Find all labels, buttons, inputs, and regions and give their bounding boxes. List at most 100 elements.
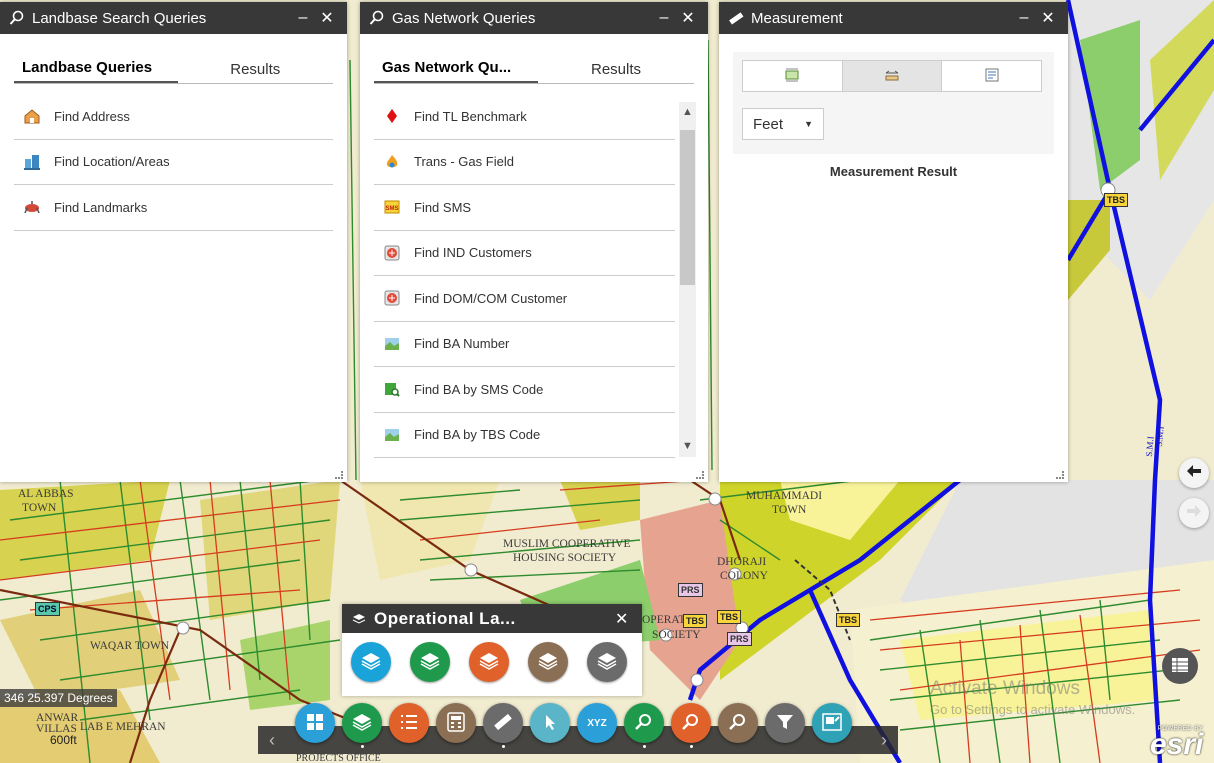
query-item-label: Find TL Benchmark — [414, 108, 527, 124]
query-item-find-ba-by-tbs-code[interactable]: Find BA by TBS Code — [374, 413, 675, 458]
toolbar-layers-button[interactable] — [342, 703, 382, 743]
panel-titlebar[interactable]: Measurement – ✕ — [719, 2, 1068, 34]
scroll-down-icon[interactable]: ▼ — [679, 438, 696, 455]
map-label: AL ABBAS — [18, 488, 74, 500]
query-item-find-ba-by-sms-code[interactable]: Find BA by SMS Code — [374, 367, 675, 413]
attribute-table-button[interactable] — [1162, 648, 1198, 684]
landmark-icon — [22, 197, 42, 217]
tab-results[interactable]: Results — [538, 61, 694, 83]
resize-handle[interactable] — [1056, 471, 1064, 479]
area-tool-button[interactable] — [743, 61, 843, 91]
toolbar-ruler-button[interactable] — [483, 703, 523, 743]
query-item-find-sms[interactable]: SMS Find SMS — [374, 185, 675, 231]
map-label: LAB E MEHRAN — [80, 721, 166, 733]
meter-icon — [382, 288, 402, 308]
green-search-icon — [382, 379, 402, 399]
back-extent-button[interactable] — [1179, 458, 1209, 488]
layer-button[interactable] — [351, 642, 391, 682]
query-item-label: Find BA by SMS Code — [414, 381, 544, 397]
toolbar-filter-button[interactable] — [765, 703, 805, 743]
toolbar-search-button[interactable] — [671, 703, 711, 743]
toolbar-grid-button[interactable] — [295, 703, 335, 743]
measurement-tool-group — [742, 60, 1042, 92]
active-indicator — [361, 745, 364, 748]
query-item-label: Find Address — [54, 108, 130, 124]
location-tool-button[interactable] — [942, 61, 1041, 91]
query-item-find-tl-benchmark[interactable]: Find TL Benchmark — [374, 94, 675, 140]
toolbar-export-button[interactable] — [812, 703, 852, 743]
arrow-right-icon — [1186, 504, 1202, 523]
search-icon — [681, 712, 701, 735]
prs-badge: PRS — [727, 632, 752, 646]
scroll-up-icon[interactable]: ▲ — [679, 104, 696, 121]
house-icon — [22, 106, 42, 126]
query-item-find-dom-com-customer[interactable]: Find DOM/COM Customer — [374, 276, 675, 322]
layer-button[interactable] — [469, 642, 509, 682]
search-icon — [368, 9, 386, 27]
tab-results[interactable]: Results — [178, 61, 334, 83]
query-item-find-location-areas[interactable]: Find Location/Areas — [14, 140, 333, 185]
close-button[interactable]: ✕ — [1036, 8, 1060, 28]
toolbar-prev-button[interactable]: ‹ — [262, 726, 282, 754]
tbs-badge: TBS — [717, 610, 741, 624]
esri-attribution[interactable]: POWERED BY esri — [1150, 726, 1203, 760]
grid-icon — [305, 712, 325, 735]
layer-button[interactable] — [587, 642, 627, 682]
map-label: S.M.I — [1153, 425, 1166, 448]
toolbar-list-button[interactable] — [389, 703, 429, 743]
query-item-trans-gas-field[interactable]: Trans - Gas Field — [374, 140, 675, 185]
unit-select[interactable]: Feet ▼ — [742, 108, 824, 140]
close-button[interactable]: ✕ — [315, 8, 339, 28]
panel-title: Landbase Search Queries — [32, 9, 207, 27]
active-indicator — [690, 745, 693, 748]
map-label: TOWN — [772, 504, 807, 516]
layer-button[interactable] — [410, 642, 450, 682]
layers-icon — [350, 610, 368, 628]
panel-titlebar[interactable]: Operational La... ✕ — [342, 604, 642, 633]
panel-title: Gas Network Queries — [392, 9, 536, 27]
query-item-label: Find BA by TBS Code — [414, 427, 541, 443]
forward-extent-button[interactable] — [1179, 498, 1209, 528]
layers-icon — [351, 712, 373, 735]
toolbar-calculator-button[interactable] — [436, 703, 476, 743]
panel-title: Operational La... — [374, 608, 516, 628]
layer-button[interactable] — [528, 642, 568, 682]
toolbar-search-button[interactable] — [718, 703, 758, 743]
toolbar-next-button[interactable]: › — [874, 726, 894, 754]
svg-text:SMS: SMS — [385, 206, 398, 212]
map-label: HOUSING SOCIETY — [513, 552, 617, 564]
measurement-panel: Measurement – ✕ Feet ▼ Measurement Resul… — [719, 2, 1068, 482]
map-label: MUSLIM COOPERATIVE — [503, 538, 631, 550]
map-label: TOWN — [22, 502, 57, 514]
scroll-thumb[interactable] — [680, 130, 695, 285]
query-item-label: Find BA Number — [414, 336, 510, 352]
coordinate-readout: 346 25.397 Degrees — [0, 689, 117, 707]
resize-handle[interactable] — [335, 471, 343, 479]
scale-bar: 600ft — [50, 733, 77, 747]
toolbar-pointer-button[interactable] — [530, 703, 570, 743]
tab-landbase-queries[interactable]: Landbase Queries — [14, 59, 178, 83]
map-label: SOCIETY — [652, 629, 701, 641]
tbs-badge: TBS — [1104, 193, 1128, 207]
tab-gas-network-queries[interactable]: Gas Network Qu... — [374, 59, 538, 83]
toolbar-xyz-button[interactable]: XYZ — [577, 703, 617, 743]
query-item-find-landmarks[interactable]: Find Landmarks — [14, 185, 333, 231]
toolbar-search-button[interactable] — [624, 703, 664, 743]
query-item-find-ind-customers[interactable]: Find IND Customers — [374, 231, 675, 276]
minimize-button[interactable]: – — [291, 9, 315, 27]
query-item-find-address[interactable]: Find Address — [14, 94, 333, 140]
minimize-button[interactable]: – — [652, 9, 676, 27]
layers-icon — [419, 651, 441, 674]
close-button[interactable]: ✕ — [676, 8, 700, 28]
panel-titlebar[interactable]: Gas Network Queries – ✕ — [360, 2, 708, 34]
resize-handle[interactable] — [696, 471, 704, 479]
distance-tool-button[interactable] — [842, 61, 943, 91]
minimize-button[interactable]: – — [1012, 9, 1036, 27]
query-list: Find Address Find Location/Areas Find La… — [14, 94, 333, 231]
query-item-label: Find SMS — [414, 199, 472, 215]
panel-titlebar[interactable]: Landbase Search Queries – ✕ — [0, 2, 347, 34]
scrollbar[interactable]: ▲ ▼ — [679, 102, 696, 457]
cps-badge: CPS — [35, 602, 60, 616]
query-item-find-ba-number[interactable]: Find BA Number — [374, 322, 675, 367]
close-button[interactable]: ✕ — [610, 609, 634, 629]
